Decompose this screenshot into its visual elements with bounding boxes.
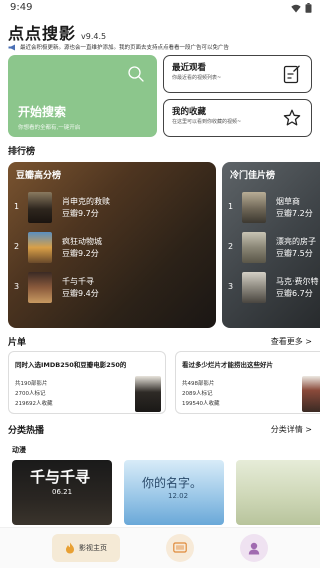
genre-category-label: 动漫 bbox=[12, 446, 26, 454]
favorites-card[interactable]: 我的收藏 在这里可以看到你收藏的视频~ bbox=[163, 99, 312, 137]
playlist-title: 看过多少烂片才能捞出这些好片 bbox=[182, 361, 273, 369]
movie-name: 漂亮的房子 bbox=[276, 237, 316, 246]
movie-score: 豆瓣9.7分 bbox=[62, 209, 99, 218]
playlist-count: 共498部影片 bbox=[182, 381, 215, 387]
recent-watch-title: 最近观看 bbox=[172, 63, 207, 73]
playlist-title: 同时入选IMDB250和豆瓣电影250的 bbox=[15, 361, 127, 369]
start-search-title: 开始搜索 bbox=[18, 105, 67, 119]
playlist-count: 共190部影片 bbox=[15, 381, 48, 387]
recent-watch-card[interactable]: 最近观看 你最近看的视频列表~ bbox=[163, 55, 312, 93]
rank-number: 3 bbox=[14, 282, 20, 291]
movie-score: 豆瓣9.2分 bbox=[62, 249, 99, 258]
notice-bar: 最近会积极更新。源也会一直维护添加。我的页面去支持点点看看一段广告可以免广告 bbox=[8, 42, 314, 52]
movie-score: 豆瓣6.7分 bbox=[276, 289, 313, 298]
status-icons bbox=[291, 3, 312, 13]
movie-name: 烟草商 bbox=[276, 197, 300, 206]
rank-item[interactable]: 1 烟草商 豆瓣7.2分 bbox=[222, 192, 320, 223]
rank-item[interactable]: 3 马克·费尔特 豆瓣6.7分 bbox=[222, 272, 320, 303]
start-search-subtitle: 你想看的全都有,一键开启 bbox=[18, 125, 81, 131]
movie-poster bbox=[242, 192, 266, 223]
rank-number: 3 bbox=[228, 282, 234, 291]
app-header: 点点搜影 v9.4.5 bbox=[8, 20, 107, 43]
nav-tv-tab[interactable] bbox=[166, 534, 194, 562]
tv-icon bbox=[173, 542, 187, 553]
genres-title: 分类热播 bbox=[8, 426, 45, 436]
megaphone-icon bbox=[8, 44, 15, 50]
genre-poster[interactable]: 你的名字。 12.02 bbox=[124, 460, 224, 525]
start-search-card[interactable]: 开始搜索 你想看的全都有,一键开启 bbox=[8, 55, 157, 137]
app-version: v9.4.5 bbox=[81, 32, 107, 41]
poster-title: 千与千寻 bbox=[30, 468, 91, 486]
genre-poster[interactable]: 千与千寻 06.21 bbox=[12, 460, 112, 525]
favorites-title: 我的收藏 bbox=[172, 107, 207, 117]
status-time: 9:49 bbox=[10, 2, 33, 13]
favorites-subtitle: 在这里可以看到你收藏的视频~ bbox=[172, 119, 242, 125]
rank-item[interactable]: 2 疯狂动物城 豆瓣9.2分 bbox=[8, 232, 216, 263]
playlist-saves: 219692人收藏 bbox=[15, 401, 53, 407]
genres-more-link[interactable]: 分类详情 > bbox=[271, 424, 312, 435]
rank-item[interactable]: 2 漂亮的房子 豆瓣7.5分 bbox=[222, 232, 320, 263]
ranking-title: 排行榜 bbox=[8, 147, 36, 157]
genre-poster[interactable] bbox=[236, 460, 320, 525]
movie-poster bbox=[242, 272, 266, 303]
movie-poster bbox=[242, 232, 266, 263]
playlists-title: 片单 bbox=[8, 338, 27, 348]
star-icon bbox=[283, 109, 301, 126]
playlists-more-link[interactable]: 查看更多 > bbox=[271, 336, 312, 347]
playlist-card[interactable]: 看过多少烂片才能捞出这些好片 共498部影片 2089人标记 199540人收藏 bbox=[175, 351, 320, 414]
poster-title: 你的名字。 bbox=[142, 476, 203, 490]
movie-poster bbox=[28, 232, 52, 263]
nav-profile-tab[interactable] bbox=[240, 534, 268, 562]
nav-home-tab[interactable]: 影视主页 bbox=[52, 534, 120, 562]
wifi-icon bbox=[291, 4, 301, 12]
rank-number: 1 bbox=[228, 202, 234, 211]
playlist-marks: 2700人标记 bbox=[15, 391, 46, 397]
status-bar: 9:49 bbox=[0, 0, 320, 18]
rank-board-douban-high[interactable]: 豆瓣高分榜 1 肖申克的救赎 豆瓣9.7分 2 疯狂动物城 豆瓣9.2分 3 千… bbox=[8, 162, 216, 328]
movie-name: 肖申克的救赎 bbox=[62, 197, 110, 206]
battery-icon bbox=[305, 3, 312, 13]
nav-home-label: 影视主页 bbox=[79, 544, 107, 552]
playlist-poster bbox=[302, 376, 320, 412]
history-list-icon bbox=[283, 65, 300, 84]
rank-board-title: 豆瓣高分榜 bbox=[16, 171, 62, 181]
poster-date: 12.02 bbox=[168, 492, 189, 500]
notice-text: 最近会积极更新。源也会一直维护添加。我的页面去支持点点看看一段广告可以免广告 bbox=[20, 45, 230, 51]
playlist-poster bbox=[135, 376, 161, 412]
playlist-marks: 2089人标记 bbox=[182, 391, 213, 397]
movie-score: 豆瓣7.2分 bbox=[276, 209, 313, 218]
movie-poster bbox=[28, 272, 52, 303]
rank-item[interactable]: 1 肖申克的救赎 豆瓣9.7分 bbox=[8, 192, 216, 223]
bottom-nav: 影视主页 bbox=[0, 527, 320, 568]
rank-item[interactable]: 3 千与千寻 豆瓣9.4分 bbox=[8, 272, 216, 303]
movie-score: 豆瓣9.4分 bbox=[62, 289, 99, 298]
movie-name: 疯狂动物城 bbox=[62, 237, 102, 246]
movie-name: 马克·费尔特 bbox=[276, 277, 319, 286]
rank-board-hidden-gems[interactable]: 冷门佳片榜 1 烟草商 豆瓣7.2分 2 漂亮的房子 豆瓣7.5分 3 马克·费… bbox=[222, 162, 320, 328]
fire-icon bbox=[66, 542, 74, 554]
rank-number: 2 bbox=[14, 242, 20, 251]
app-title: 点点搜影 bbox=[8, 24, 77, 43]
playlist-saves: 199540人收藏 bbox=[182, 401, 220, 407]
rank-board-title: 冷门佳片榜 bbox=[230, 171, 276, 181]
user-icon bbox=[248, 542, 260, 554]
recent-watch-subtitle: 你最近看的视频列表~ bbox=[172, 75, 222, 81]
rank-number: 1 bbox=[14, 202, 20, 211]
rank-number: 2 bbox=[228, 242, 234, 251]
movie-poster bbox=[28, 192, 52, 223]
movie-score: 豆瓣7.5分 bbox=[276, 249, 313, 258]
search-icon bbox=[128, 66, 144, 82]
poster-date: 06.21 bbox=[52, 488, 73, 496]
movie-name: 千与千寻 bbox=[62, 277, 94, 286]
playlist-card[interactable]: 同时入选IMDB250和豆瓣电影250的 共190部影片 2700人标记 219… bbox=[8, 351, 166, 414]
